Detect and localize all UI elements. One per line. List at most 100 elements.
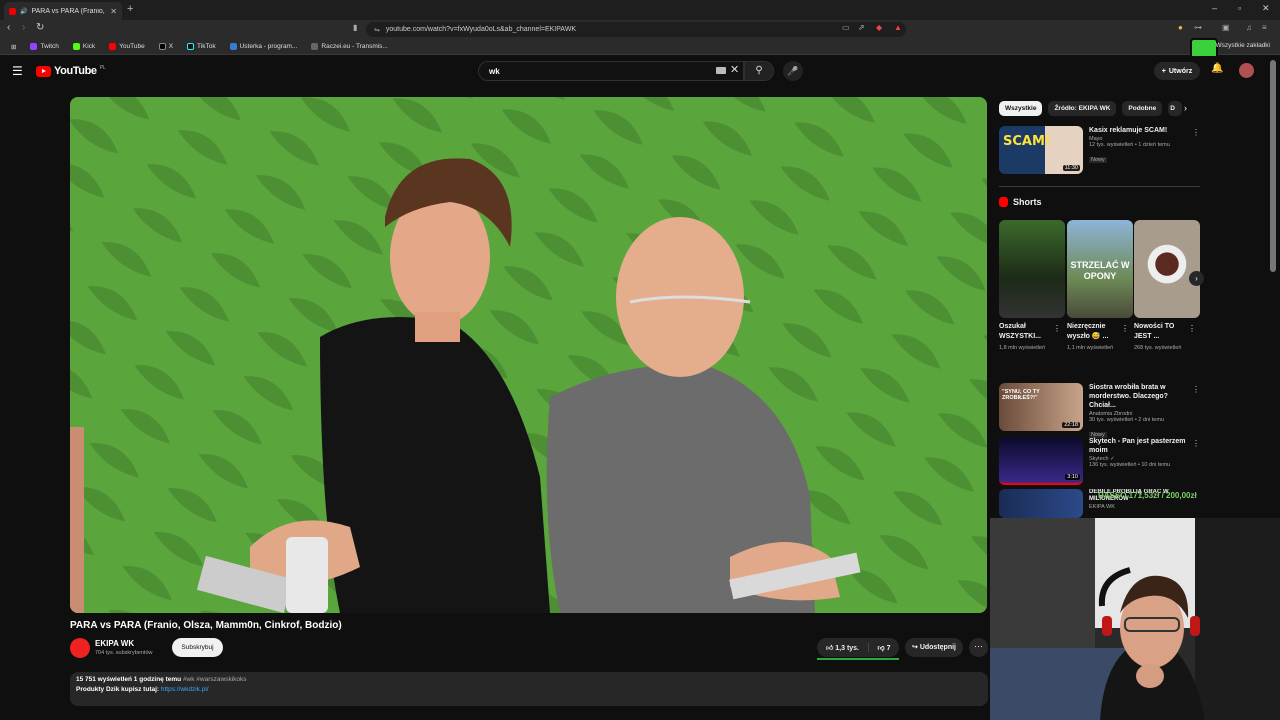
video-title[interactable]: Kasix reklamuje SCAM! bbox=[1089, 126, 1194, 135]
video-title[interactable]: Skytech - Pan jest pasterzem moim bbox=[1089, 437, 1194, 455]
short-item[interactable]: Oszukał WSZYSTKI... 1,8 mln wyświetleń ⋮ bbox=[999, 220, 1065, 352]
recommended-video[interactable]: "SYNU, CO TY ZROBIŁEŚ?!" 22:18 Siostra w… bbox=[999, 383, 1209, 438]
thumbnail-text: SCAM! bbox=[1003, 134, 1051, 149]
bookmark-x[interactable]: X bbox=[154, 43, 178, 50]
short-title[interactable]: Nowości TO JEST ... bbox=[1134, 322, 1186, 342]
maximize-icon[interactable]: ▫ bbox=[1238, 3, 1241, 13]
video-title[interactable]: Siostra wrobiła brata w morderstwo. Dlac… bbox=[1089, 383, 1194, 410]
more-options-icon[interactable]: ⋮ bbox=[1192, 128, 1200, 137]
short-item[interactable]: STRZELAĆ W OPONY Niezręcznie wyszło 😅 ..… bbox=[1067, 220, 1133, 352]
chip-all[interactable]: Wszystkie bbox=[999, 101, 1043, 116]
tab-title: PARA vs PARA (Franio, Olsza, bbox=[31, 7, 106, 15]
bookmark-kick[interactable]: Kick bbox=[68, 43, 100, 50]
more-options-icon[interactable]: ⋮ bbox=[1192, 439, 1200, 448]
shorts-title: Shorts bbox=[1013, 197, 1042, 207]
shorts-header: Shorts bbox=[999, 197, 1042, 207]
bookmark-tiktok[interactable]: TikTok bbox=[182, 43, 221, 50]
bookmark-raczei[interactable]: Raczei.eu - Transmis... bbox=[306, 43, 392, 50]
address-bar[interactable]: ⇋ youtube.com/watch?v=fxWyuda0oLs&ab_cha… bbox=[366, 22, 906, 37]
cast-icon[interactable]: ▭ bbox=[842, 23, 850, 32]
recommended-video[interactable]: SCAM! 11:30 Kasix reklamuje SCAM! Mayo 1… bbox=[999, 126, 1209, 176]
short-views: 1,8 mln wyświetleń bbox=[999, 345, 1046, 351]
video-thumbnail[interactable]: SCAM! 11:30 bbox=[999, 126, 1083, 174]
short-views: 268 tys. wyświetleń bbox=[1134, 345, 1182, 351]
hamburger-menu-icon[interactable]: ☰ bbox=[12, 64, 23, 78]
media-icon[interactable]: ♫ bbox=[1246, 23, 1252, 32]
search-button[interactable]: ⚲ bbox=[744, 61, 774, 81]
more-options-icon[interactable]: ⋮ bbox=[1188, 324, 1196, 333]
more-options-icon[interactable]: ⋮ bbox=[1053, 324, 1061, 333]
create-label: Utwórz bbox=[1168, 67, 1193, 75]
short-thumbnail[interactable] bbox=[1134, 220, 1200, 318]
chip-similar[interactable]: Podobne bbox=[1122, 101, 1163, 116]
bookmark-youtube[interactable]: YouTube bbox=[104, 43, 150, 50]
browser-tab[interactable]: 🔊 PARA vs PARA (Franio, Olsza, ✕ bbox=[4, 2, 122, 20]
create-button[interactable]: + Utwórz bbox=[1154, 62, 1200, 80]
more-actions-button[interactable]: ⋯ bbox=[969, 638, 988, 657]
more-options-icon[interactable]: ⋮ bbox=[1192, 385, 1200, 394]
subscribe-button[interactable]: Subskrybuj bbox=[172, 638, 223, 657]
search-input[interactable]: wk bbox=[478, 61, 744, 81]
clear-search-icon[interactable]: ✕ bbox=[730, 63, 739, 76]
video-duration: 3:10 bbox=[1065, 474, 1080, 480]
bookmark-icon[interactable]: ▮ bbox=[353, 23, 357, 32]
thumbnail-text: STRZELAĆ W OPONY bbox=[1070, 260, 1130, 281]
site-info-icon[interactable]: ⇋ bbox=[374, 26, 380, 34]
region-code: PL bbox=[99, 65, 106, 71]
reload-icon[interactable]: ↻ bbox=[36, 22, 44, 33]
video-description[interactable]: 15 751 wyświetleń 1 godzinę temu #wk #wa… bbox=[70, 672, 988, 706]
short-title[interactable]: Niezręcznie wyszło 😅 ... bbox=[1067, 322, 1119, 342]
video-thumbnail[interactable]: 3:10 bbox=[999, 437, 1083, 485]
products-text: Produkty Dzik kupisz tutaj: bbox=[76, 686, 160, 693]
bookmark-label: YouTube bbox=[119, 43, 145, 50]
channel-avatar[interactable] bbox=[70, 638, 90, 658]
video-thumbnail[interactable] bbox=[999, 489, 1083, 518]
video-thumbnail[interactable]: "SYNU, CO TY ZROBIŁEŚ?!" 22:18 bbox=[999, 383, 1083, 431]
channel-name[interactable]: EKIPA WK bbox=[1089, 504, 1194, 510]
rewards-icon[interactable]: ▲ bbox=[894, 23, 902, 32]
chip-more[interactable]: D bbox=[1168, 101, 1183, 116]
close-window-icon[interactable]: ✕ bbox=[1262, 3, 1270, 14]
video-player[interactable] bbox=[70, 97, 987, 613]
channel-name[interactable]: EKIPA WK bbox=[95, 639, 134, 648]
like-ratio-bar bbox=[817, 658, 899, 660]
more-options-icon[interactable]: ⋮ bbox=[1121, 324, 1129, 333]
voice-search-button[interactable]: 🎤 bbox=[783, 61, 803, 81]
menu-icon[interactable]: ≡ bbox=[1262, 23, 1267, 32]
extension-icon[interactable]: ⊶ bbox=[1194, 23, 1202, 32]
hashtags[interactable]: #wk #warszawskikoks bbox=[183, 676, 247, 683]
notifications-icon[interactable]: 🔔 bbox=[1211, 63, 1223, 74]
dislike-button[interactable]: 👎︎ 7 bbox=[869, 643, 899, 652]
shorts-next-icon[interactable]: › bbox=[1189, 271, 1204, 286]
keyboard-icon[interactable] bbox=[716, 67, 726, 74]
share-page-icon[interactable]: ⇗ bbox=[858, 23, 865, 32]
apps-icon[interactable]: ⊞ bbox=[6, 43, 21, 51]
short-item[interactable]: Nowości TO JEST ... 268 tys. wyświetleń … bbox=[1134, 220, 1200, 352]
bookmark-usterka[interactable]: Usterka - program... bbox=[225, 43, 303, 50]
audio-icon: 🔊 bbox=[20, 8, 28, 15]
brave-shield-icon[interactable]: ◆ bbox=[876, 23, 882, 32]
page-scrollbar[interactable] bbox=[1270, 60, 1276, 272]
recommended-video[interactable]: 3:10 Skytech - Pan jest pasterzem moim S… bbox=[999, 437, 1209, 487]
short-thumbnail[interactable] bbox=[999, 220, 1065, 318]
new-tab-button[interactable]: + bbox=[127, 3, 133, 15]
like-button[interactable]: 👍︎ 1,3 tys. bbox=[817, 643, 869, 652]
forward-icon[interactable]: › bbox=[22, 22, 25, 33]
chip-source[interactable]: Źródło: EKIPA WK bbox=[1048, 101, 1117, 116]
sidebar-icon[interactable]: ▣ bbox=[1222, 23, 1230, 32]
bookmark-twitch[interactable]: Twitch bbox=[25, 43, 63, 50]
video-title: PARA vs PARA (Franio, Olsza, Mamm0n, Cin… bbox=[70, 620, 342, 631]
close-tab-icon[interactable]: ✕ bbox=[110, 7, 117, 16]
account-avatar[interactable] bbox=[1239, 63, 1254, 78]
all-bookmarks-link[interactable]: Wszystkie zakładki bbox=[1215, 42, 1270, 49]
products-link[interactable]: https://wkdzik.pl/ bbox=[161, 686, 209, 693]
short-title[interactable]: Oszukał WSZYSTKI... bbox=[999, 322, 1051, 342]
wallet-icon[interactable]: ● bbox=[1178, 23, 1183, 32]
youtube-logo[interactable]: YouTube PL bbox=[36, 65, 106, 77]
chips-next-icon[interactable]: › bbox=[1184, 103, 1187, 113]
back-icon[interactable]: ‹ bbox=[7, 22, 10, 33]
minimize-icon[interactable]: – bbox=[1212, 3, 1217, 13]
webcam-overlay bbox=[990, 518, 1280, 720]
share-button[interactable]: ↪ Udostępnij bbox=[905, 638, 963, 657]
short-thumbnail[interactable]: STRZELAĆ W OPONY bbox=[1067, 220, 1133, 318]
